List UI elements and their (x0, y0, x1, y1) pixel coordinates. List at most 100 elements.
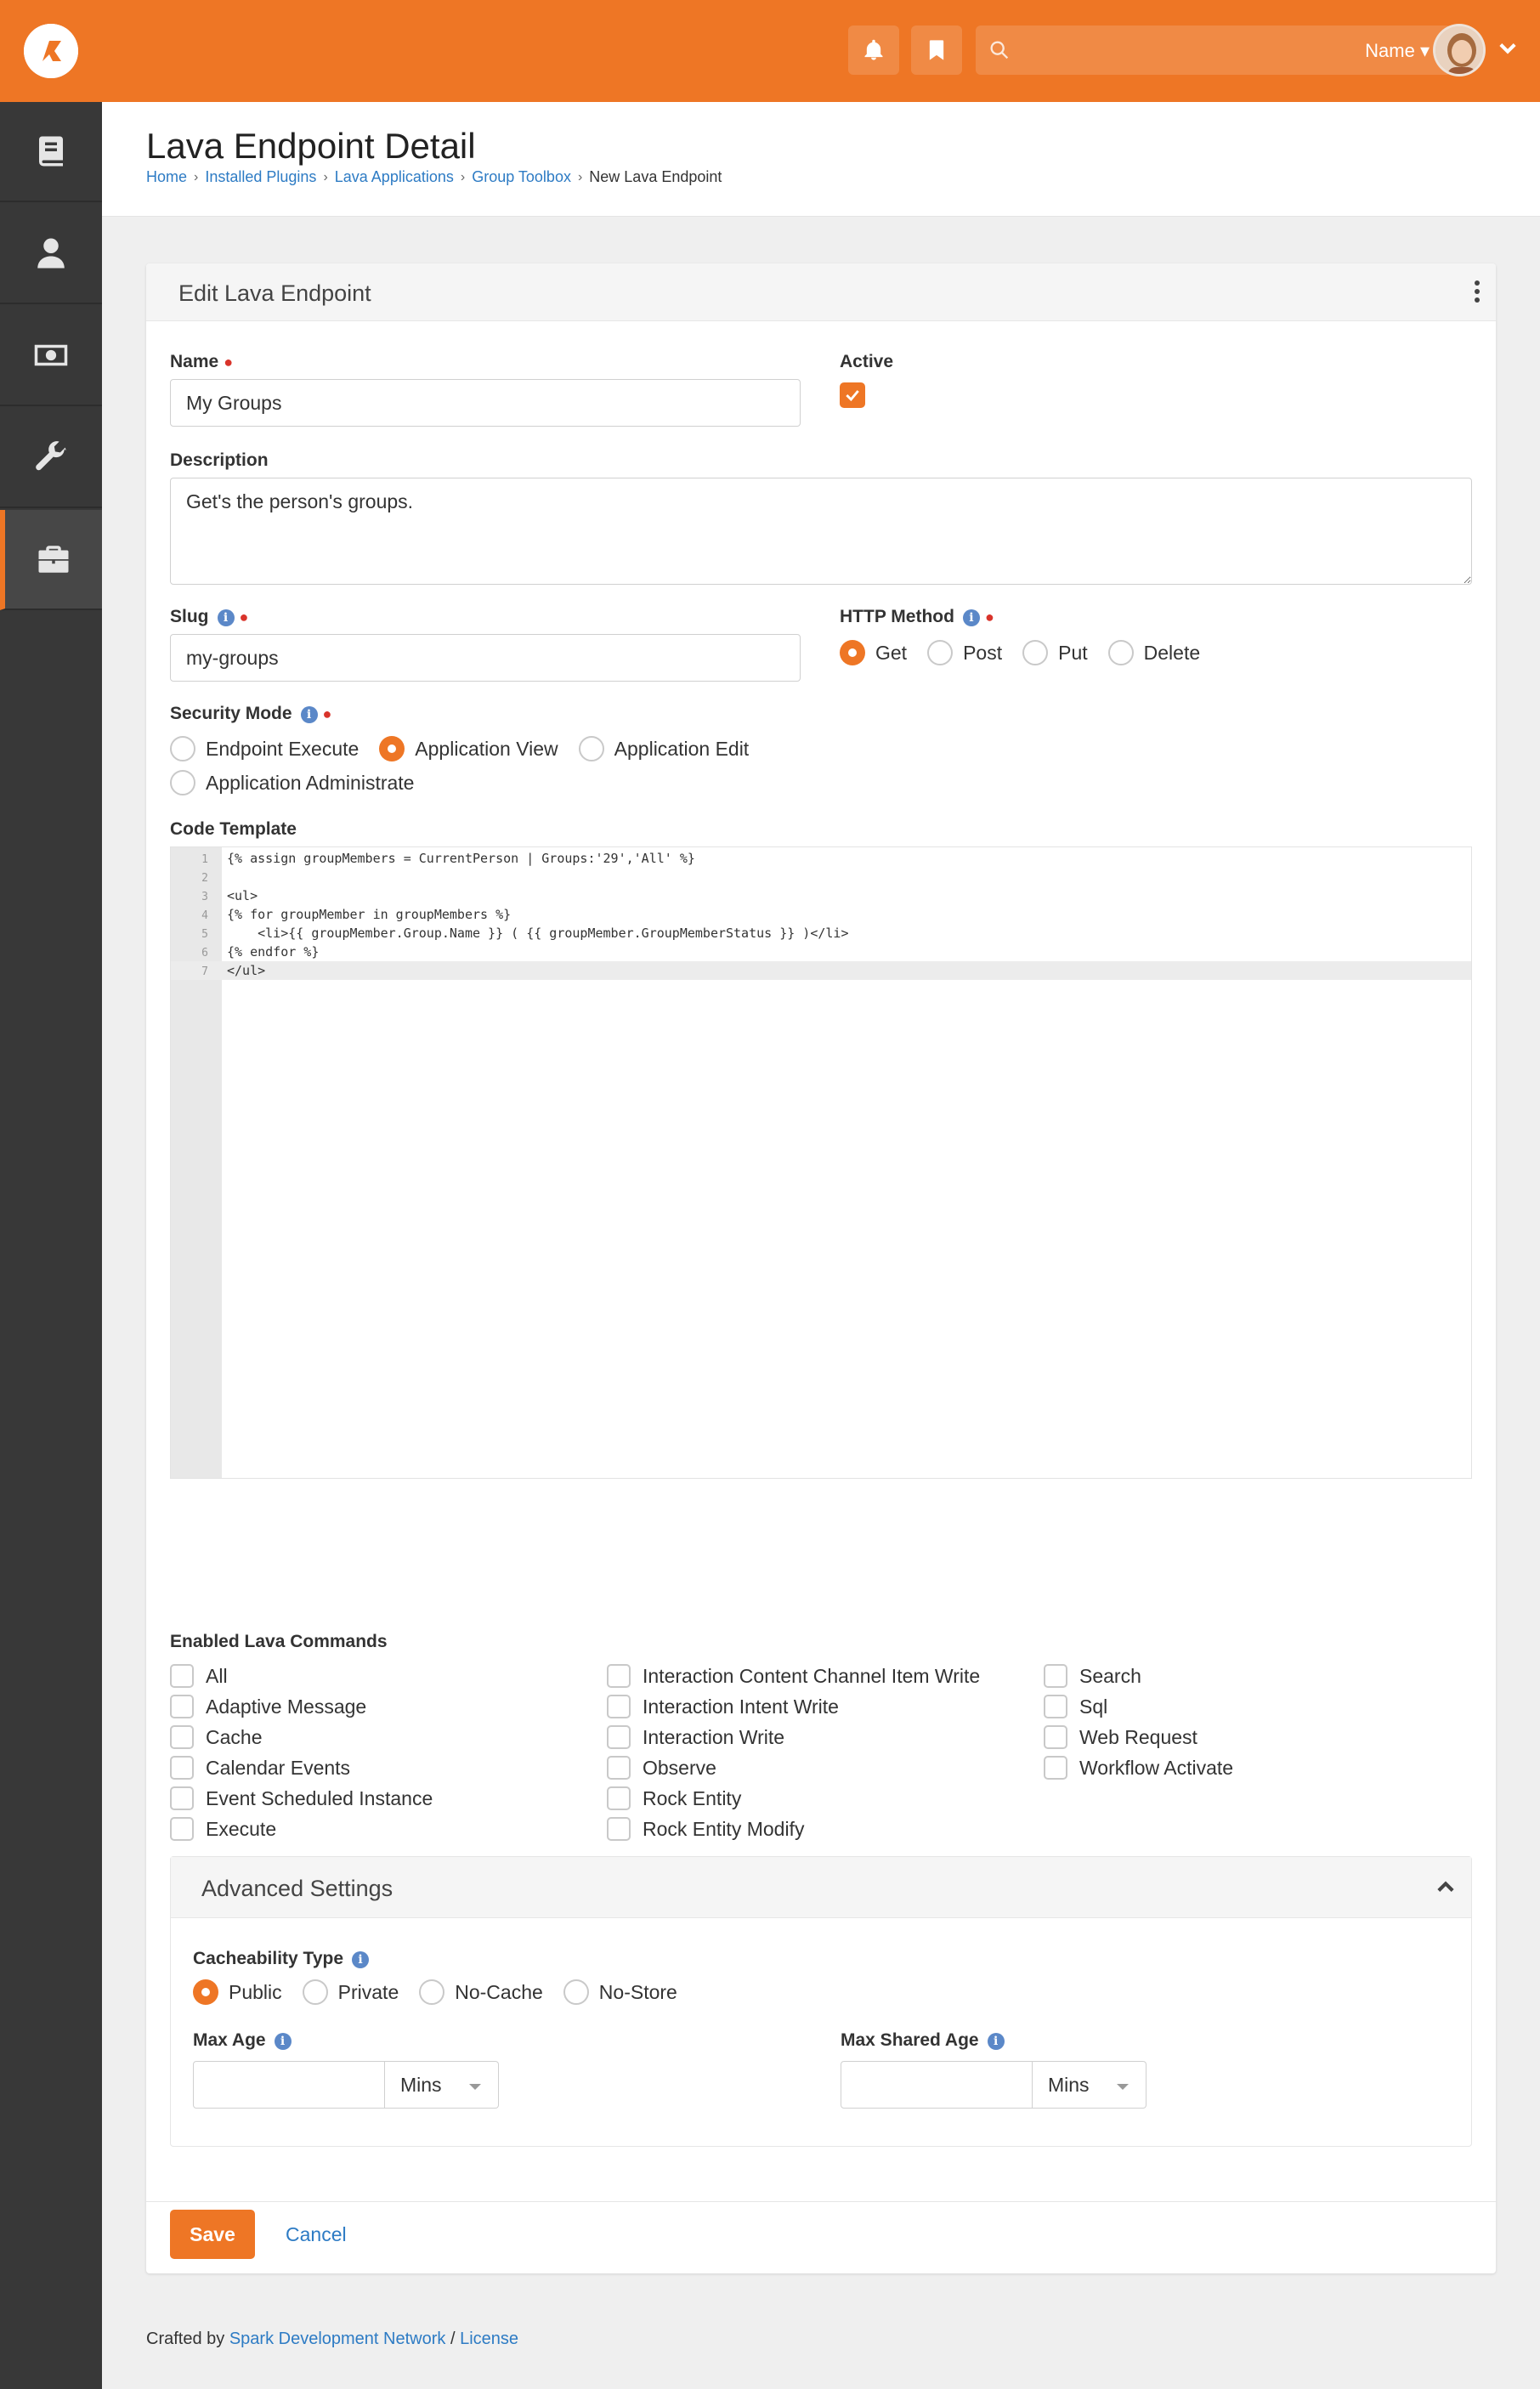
http-method-get[interactable]: Get (840, 640, 907, 665)
checkbox[interactable] (607, 1664, 631, 1688)
checkbox[interactable] (607, 1786, 631, 1810)
breadcrumb-home[interactable]: Home (146, 168, 187, 186)
info-icon[interactable]: i (300, 706, 318, 723)
http-method-put[interactable]: Put (1022, 640, 1088, 665)
radio[interactable] (419, 1979, 445, 2005)
radio-selected[interactable] (193, 1979, 218, 2005)
cacheability-no-store[interactable]: No-Store (563, 1979, 677, 2005)
lava-command-search[interactable]: Search (1044, 1661, 1233, 1691)
lava-command-web-request[interactable]: Web Request (1044, 1722, 1233, 1752)
radio[interactable] (578, 736, 604, 761)
radio[interactable] (170, 736, 195, 761)
security-mode-radio-group: Endpoint Execute Application View Applic… (170, 736, 769, 761)
breadcrumb-group-toolbox[interactable]: Group Toolbox (472, 168, 571, 186)
lava-command-calendar-events[interactable]: Calendar Events (170, 1752, 433, 1783)
lava-command-execute[interactable]: Execute (170, 1814, 433, 1844)
radio[interactable] (1022, 640, 1049, 665)
radio[interactable] (302, 1979, 328, 2005)
breadcrumb-lava-applications[interactable]: Lava Applications (335, 168, 454, 186)
security-mode-application-view[interactable]: Application View (379, 736, 558, 761)
required-indicator-icon: ● (239, 609, 249, 626)
slug-input[interactable] (170, 634, 801, 682)
cacheability-private[interactable]: Private (302, 1979, 399, 2005)
lava-command-all[interactable]: All (170, 1661, 433, 1691)
checkbox[interactable] (170, 1756, 194, 1780)
chevron-up-icon[interactable] (1434, 1876, 1458, 1899)
checkbox[interactable] (607, 1817, 631, 1841)
search-box[interactable]: Name ▾ (976, 25, 1452, 75)
sidebar-item-plugins[interactable] (0, 510, 102, 610)
lava-command-cache[interactable]: Cache (170, 1722, 433, 1752)
info-icon[interactable]: i (962, 609, 980, 626)
rock-logo-icon[interactable] (24, 24, 78, 78)
avatar[interactable] (1433, 24, 1486, 76)
checkbox[interactable] (170, 1695, 194, 1718)
checkbox[interactable] (170, 1786, 194, 1810)
info-icon[interactable]: i (987, 2033, 1005, 2050)
breadcrumb-installed-plugins[interactable]: Installed Plugins (205, 168, 316, 186)
radio-selected[interactable] (379, 736, 405, 761)
checkbox[interactable] (1044, 1725, 1067, 1749)
http-method-delete[interactable]: Delete (1107, 640, 1200, 665)
lava-command-rock-entity-modify[interactable]: Rock Entity Modify (607, 1814, 980, 1844)
lava-command-event-scheduled-instance[interactable]: Event Scheduled Instance (170, 1783, 433, 1814)
description-textarea[interactable]: Get's the person's groups. (170, 478, 1472, 585)
active-checkbox[interactable] (840, 382, 865, 408)
max-age-unit-select[interactable]: Mins (385, 2061, 499, 2109)
max-shared-age-unit-select[interactable]: Mins (1033, 2061, 1147, 2109)
lava-command-workflow-activate[interactable]: Workflow Activate (1044, 1752, 1233, 1783)
security-mode-endpoint-execute[interactable]: Endpoint Execute (170, 736, 359, 761)
checkbox[interactable] (170, 1725, 194, 1749)
search-input[interactable] (1023, 34, 1346, 66)
save-button[interactable]: Save (170, 2210, 255, 2259)
cancel-button[interactable]: Cancel (286, 2223, 347, 2246)
cacheability-public[interactable]: Public (193, 1979, 282, 2005)
required-indicator-icon: ● (322, 705, 332, 722)
lava-command-adaptive-message[interactable]: Adaptive Message (170, 1691, 433, 1722)
checkbox[interactable] (607, 1725, 631, 1749)
spark-network-link[interactable]: Spark Development Network (229, 2330, 446, 2348)
http-method-post[interactable]: Post (927, 640, 1002, 665)
name-input[interactable] (170, 379, 801, 427)
checkbox[interactable] (607, 1756, 631, 1780)
max-shared-age-input[interactable] (841, 2061, 1033, 2109)
cacheability-no-cache[interactable]: No-Cache (419, 1979, 543, 2005)
search-filter-dropdown[interactable]: Name ▾ (1365, 40, 1430, 62)
lava-command-interaction-write[interactable]: Interaction Write (607, 1722, 980, 1752)
edit-lava-endpoint-panel: Edit Lava Endpoint Name● Active Descript… (146, 263, 1496, 2273)
info-icon[interactable]: i (352, 1951, 370, 1968)
radio-selected[interactable] (840, 640, 865, 665)
radio[interactable] (927, 640, 954, 665)
checkbox[interactable] (170, 1664, 194, 1688)
license-link[interactable]: License (460, 2330, 518, 2348)
radio[interactable] (563, 1979, 589, 2005)
info-icon[interactable]: i (217, 609, 235, 626)
code-template-editor[interactable]: 1 {% assign groupMembers = CurrentPerson … (170, 846, 1472, 1479)
sidebar-item-finance[interactable] (0, 306, 102, 406)
checkbox[interactable] (170, 1817, 194, 1841)
security-mode-application-edit[interactable]: Application Edit (578, 736, 749, 761)
chevron-down-icon[interactable] (1496, 36, 1520, 59)
sidebar-item-people[interactable] (0, 204, 102, 304)
advanced-settings-heading[interactable]: Advanced Settings (171, 1857, 1471, 1918)
checkbox[interactable] (607, 1695, 631, 1718)
lava-command-interaction-content-channel-item-write[interactable]: Interaction Content Channel Item Write (607, 1661, 980, 1691)
lava-command-interaction-intent-write[interactable]: Interaction Intent Write (607, 1691, 980, 1722)
checkbox[interactable] (1044, 1756, 1067, 1780)
lava-command-rock-entity[interactable]: Rock Entity (607, 1783, 980, 1814)
radio[interactable] (170, 770, 195, 795)
sidebar-item-notes[interactable] (0, 102, 102, 202)
radio[interactable] (1107, 640, 1134, 665)
lava-command-observe[interactable]: Observe (607, 1752, 980, 1783)
checkbox[interactable] (1044, 1664, 1067, 1688)
lava-command-sql[interactable]: Sql (1044, 1691, 1233, 1722)
info-icon[interactable]: i (274, 2033, 292, 2050)
max-age-input[interactable] (193, 2061, 385, 2109)
panel-options-icon[interactable] (1472, 280, 1482, 306)
security-mode-application-administrate[interactable]: Application Administrate (170, 770, 414, 795)
bookmarks-button[interactable] (911, 25, 962, 75)
notifications-button[interactable] (848, 25, 899, 75)
sidebar-item-admin-tools[interactable] (0, 408, 102, 508)
lava-commands-col2: Interaction Content Channel Item Write I… (607, 1661, 980, 1844)
checkbox[interactable] (1044, 1695, 1067, 1718)
